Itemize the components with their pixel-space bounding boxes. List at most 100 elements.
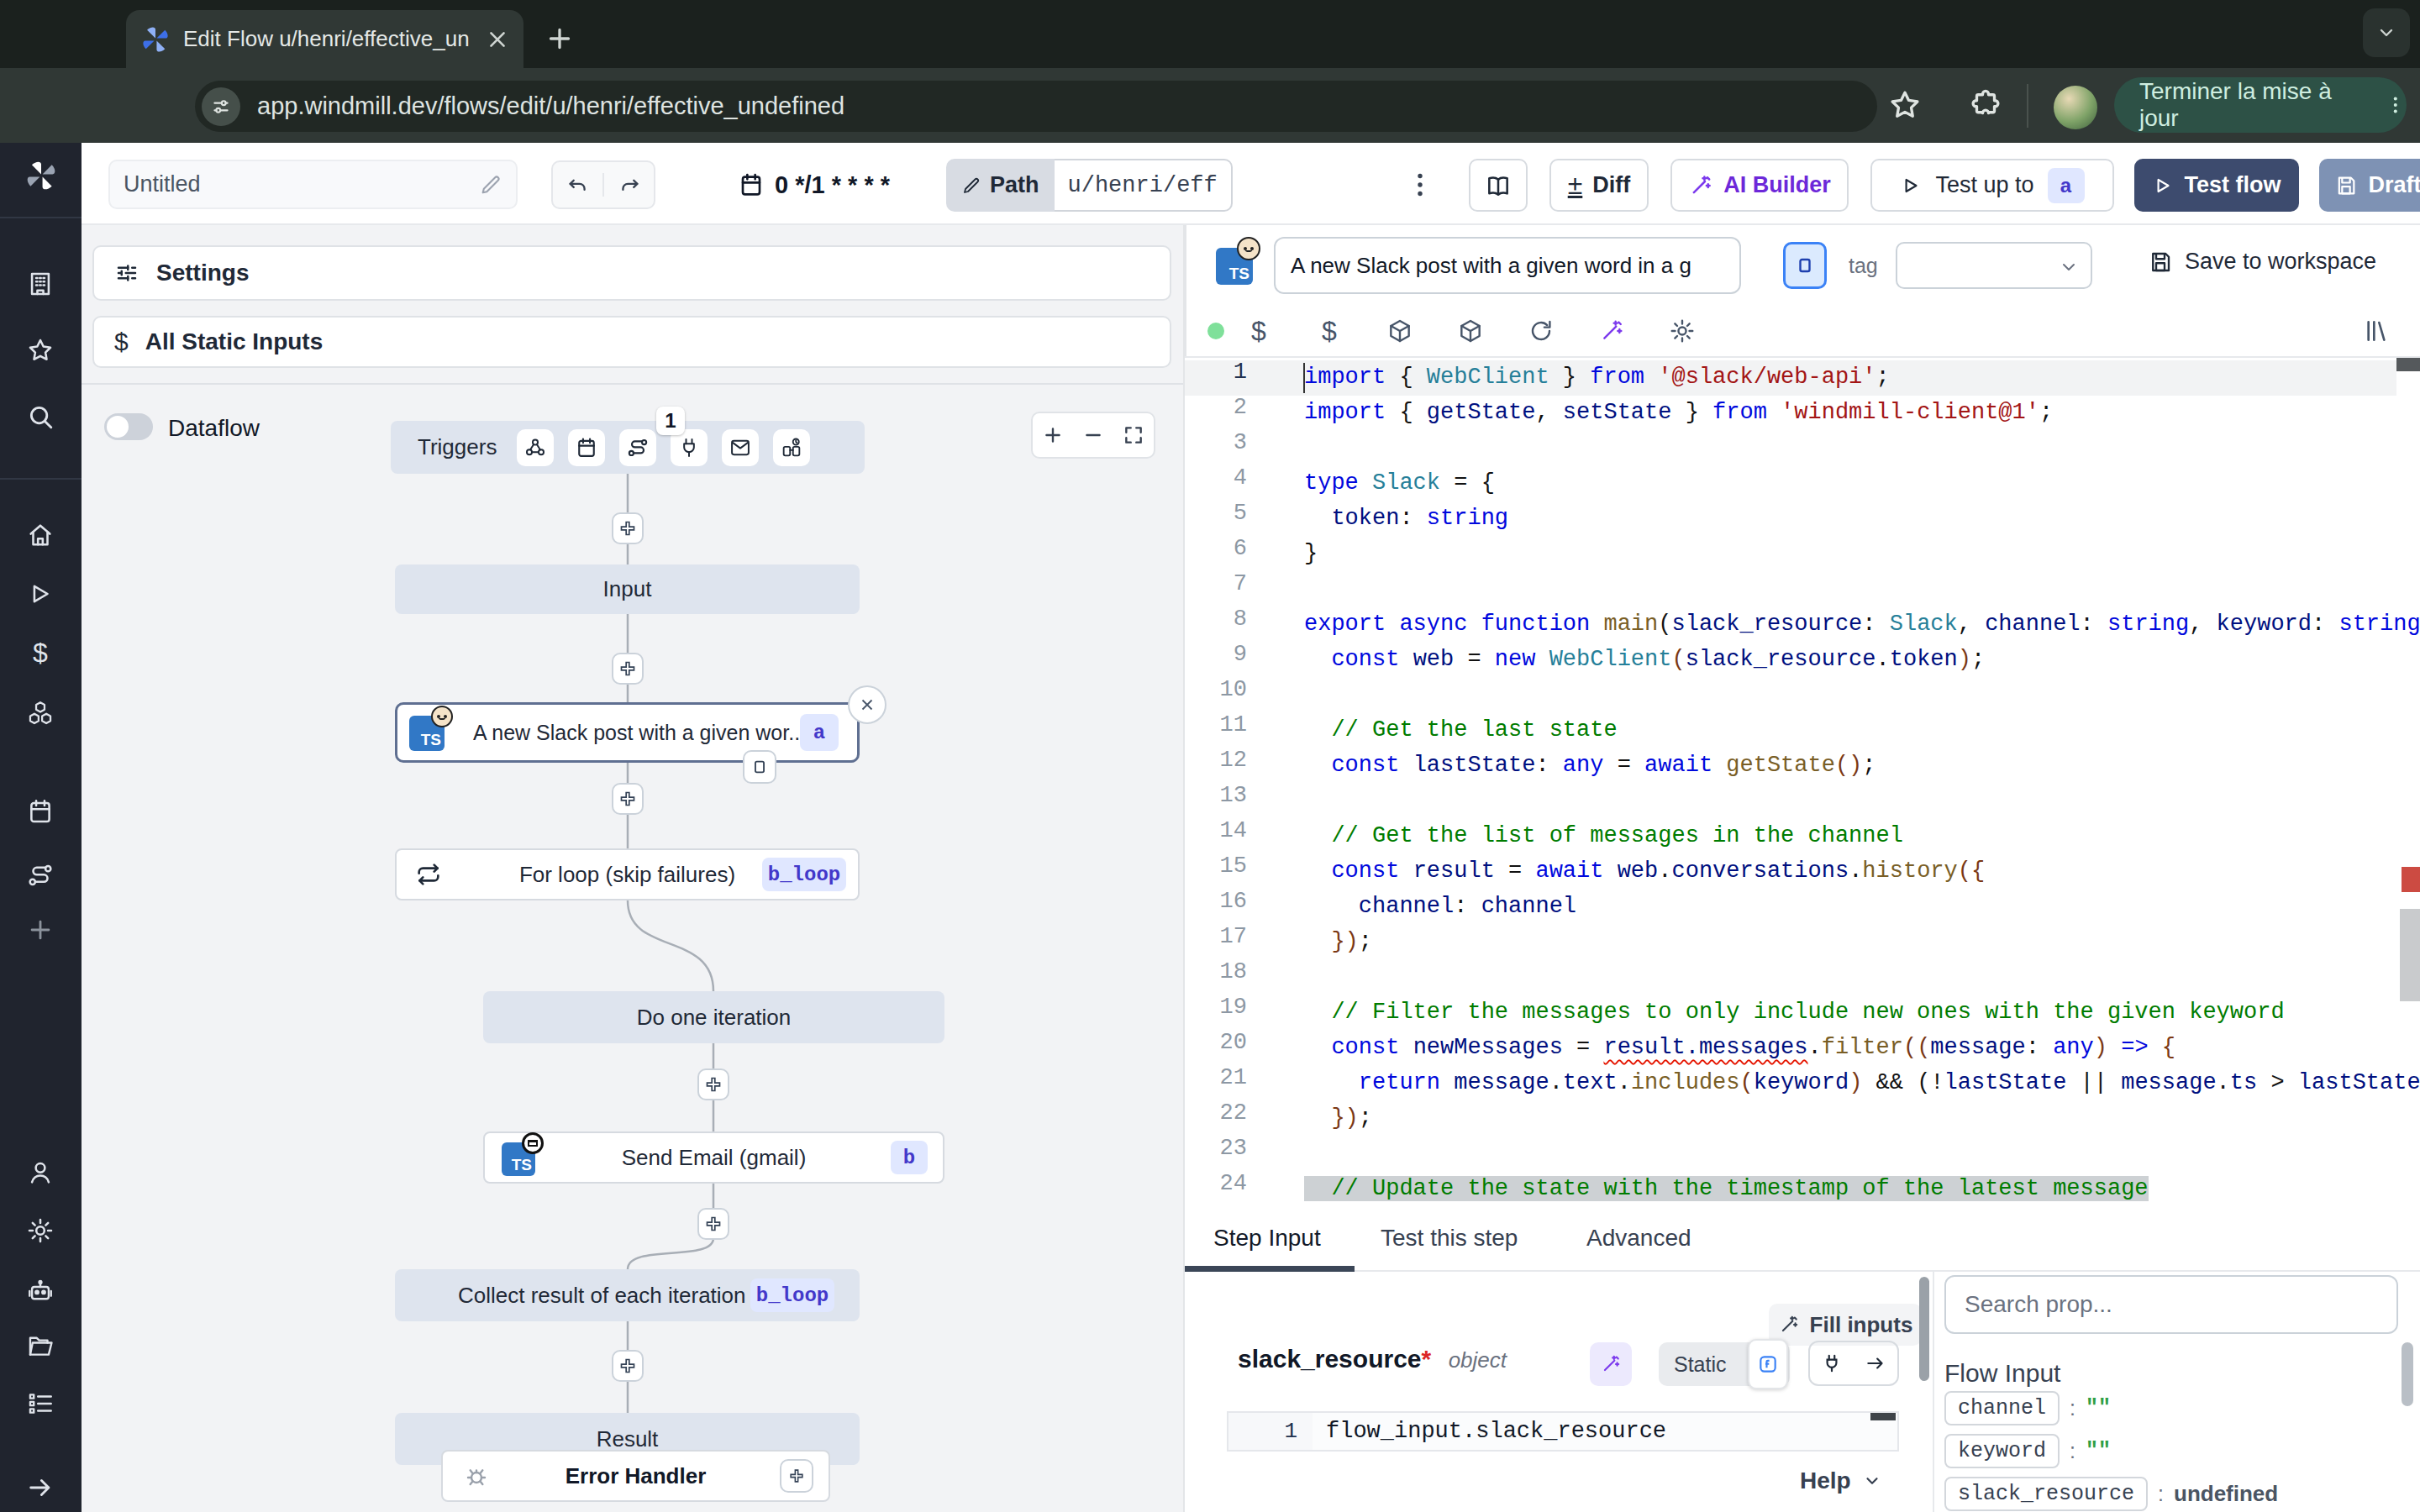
flow-input-prop[interactable]: slack_resource:undefined <box>1944 1477 2278 1511</box>
rail-star-icon[interactable] <box>26 336 55 365</box>
rail-folder-icon[interactable] <box>26 1331 55 1360</box>
prop-name[interactable]: channel <box>1944 1391 2060 1425</box>
ai-builder-button[interactable]: AI Builder <box>1670 159 1849 212</box>
scrollbar-thumb[interactable] <box>2400 909 2420 1001</box>
editor-toolbar-gear-icon[interactable] <box>1669 318 1696 344</box>
trigger-calendar-icon[interactable] <box>568 429 605 466</box>
ai-fill-button[interactable] <box>1590 1342 1632 1386</box>
editor-toolbar-package-icon[interactable] <box>1386 318 1413 344</box>
test-flow-button[interactable]: Test flow <box>2134 159 2299 212</box>
rail-plus-icon[interactable] <box>26 916 55 944</box>
draft-button[interactable]: Draft <box>2319 159 2420 212</box>
rail-person-icon[interactable] <box>26 1158 55 1187</box>
fill-inputs-button[interactable]: Fill inputs <box>1769 1304 1922 1346</box>
editor-toolbar-refresh-icon[interactable] <box>1528 318 1555 344</box>
tab-advanced[interactable]: Advanced <box>1586 1225 1691 1252</box>
triggers-node[interactable]: Triggers 1 <box>391 421 865 474</box>
rail-route-icon[interactable] <box>26 861 55 890</box>
rail-arrow-right-icon[interactable] <box>26 1473 55 1502</box>
error-handler-node[interactable]: Error Handler <box>441 1450 830 1502</box>
windmill-logo[interactable] <box>25 160 57 192</box>
flow-name-field[interactable]: Untitled <box>108 160 518 209</box>
do-one-iteration-node[interactable]: Do one iteration <box>483 991 944 1043</box>
rail-search-icon[interactable] <box>26 402 55 431</box>
rail-gear-icon[interactable] <box>26 1216 55 1245</box>
editor-toolbar-wand-icon[interactable] <box>1598 318 1625 344</box>
add-step-button[interactable] <box>697 1068 729 1100</box>
rail-play-icon[interactable] <box>26 580 55 608</box>
expr-editor[interactable]: 1 flow_input.slack_resource <box>1227 1411 1899 1452</box>
add-step-button[interactable] <box>612 653 644 685</box>
bookmark-star-icon[interactable] <box>1887 87 1923 123</box>
help-toggle[interactable]: Help <box>1800 1467 1881 1494</box>
flow-input-prop[interactable]: channel:"" <box>1944 1391 2278 1425</box>
cron-schedule[interactable]: 0 */1 * * * * <box>775 171 890 199</box>
remove-step-button[interactable] <box>848 685 886 724</box>
tab-close-icon[interactable] <box>487 29 508 50</box>
update-chrome-button[interactable]: Terminer la mise à jour <box>2114 77 2407 133</box>
library-icon[interactable] <box>2363 318 2390 344</box>
docs-button[interactable] <box>1469 159 1528 212</box>
flow-input-prop[interactable]: keyword:"" <box>1944 1434 2278 1468</box>
connect-input-group[interactable] <box>1808 1341 1899 1386</box>
line-number: 11 <box>1185 712 1247 748</box>
code-line: type Slack = { <box>1304 465 2420 501</box>
path-control[interactable]: Path u/henri/eff <box>946 159 1233 212</box>
redo-button[interactable] <box>604 173 654 197</box>
panel-scrollbar[interactable] <box>1919 1277 1929 1381</box>
rail-list-details-icon[interactable] <box>26 1389 55 1418</box>
input-node[interactable]: Input <box>395 564 860 614</box>
avatar[interactable] <box>2054 86 2097 129</box>
trigger-route-icon[interactable] <box>619 429 656 466</box>
site-info-icon[interactable] <box>202 87 240 126</box>
static-expr-toggle[interactable]: Static <box>1659 1342 1790 1386</box>
add-step-button[interactable] <box>612 783 644 815</box>
slack-step-node[interactable]: TS A new Slack post with a given wor... … <box>395 702 860 763</box>
javascript-expr-icon[interactable] <box>1748 1339 1788 1389</box>
add-step-button[interactable] <box>697 1208 729 1240</box>
trigger-poll-icon[interactable] <box>773 429 810 466</box>
search-prop-input[interactable]: Search prop... <box>1944 1275 2398 1334</box>
send-email-node[interactable]: TS Send Email (gmail) b <box>483 1131 944 1184</box>
editor-toolbar-dollar-icon[interactable]: $ <box>1245 318 1272 344</box>
browser-tab[interactable]: Edit Flow u/henri/effective_un <box>126 10 523 68</box>
stop-after-step-button[interactable] <box>1783 242 1827 289</box>
prop-scrollbar[interactable] <box>2402 1342 2413 1406</box>
code-line: export async function main(slack_resourc… <box>1304 606 2420 642</box>
forloop-node[interactable]: For loop (skip failures) b_loop <box>395 848 860 900</box>
diff-button[interactable]: ±Diff <box>1549 159 1649 212</box>
collect-result-node[interactable]: Collect result of each iteration b_loop <box>395 1269 860 1321</box>
rail-building-icon[interactable] <box>26 270 55 298</box>
rail-robot-icon[interactable] <box>26 1277 55 1305</box>
more-menu-icon[interactable] <box>1405 170 1435 200</box>
pin-step-button[interactable] <box>743 750 776 784</box>
rail-home-icon[interactable] <box>26 521 55 549</box>
undo-button[interactable] <box>553 173 604 197</box>
trigger-webhook-icon[interactable] <box>517 429 554 466</box>
new-tab-button[interactable] <box>544 24 575 54</box>
browser-menu-icon[interactable] <box>2385 94 2407 116</box>
step-name-input[interactable]: A new Slack post with a given word in a … <box>1274 237 1741 294</box>
editor-toolbar-package-icon[interactable] <box>1457 318 1484 344</box>
tab-step-input[interactable]: Step Input <box>1213 1225 1321 1252</box>
add-step-button[interactable] <box>612 1350 644 1382</box>
test-up-to-button[interactable]: Test up to a <box>1870 159 2114 212</box>
tab-test-this-step[interactable]: Test this step <box>1381 1225 1518 1252</box>
tab-search-button[interactable] <box>2363 8 2410 57</box>
editor-toolbar-dollar-icon[interactable]: $ <box>1316 318 1343 344</box>
save-to-workspace-button[interactable]: Save to workspace <box>2148 249 2376 275</box>
rail-dollar-icon[interactable]: $ <box>26 638 55 667</box>
trigger-mail-icon[interactable] <box>722 429 759 466</box>
url-bar[interactable]: app.windmill.dev/flows/edit/u/henri/effe… <box>195 81 1877 132</box>
add-step-button[interactable] <box>612 512 644 544</box>
tag-select[interactable] <box>1896 242 2092 289</box>
add-error-handler-button[interactable] <box>780 1459 813 1493</box>
rail-cubes-icon[interactable] <box>26 699 55 727</box>
prop-name[interactable]: keyword <box>1944 1434 2060 1468</box>
schedule-calendar-icon[interactable] <box>738 171 765 198</box>
prop-name[interactable]: slack_resource <box>1944 1477 2148 1511</box>
rail-calendar-icon[interactable] <box>26 797 55 826</box>
code-editor[interactable]: 123456789101112131415161718192021222324 … <box>1185 356 2420 1208</box>
edit-name-pencil-icon[interactable] <box>479 173 502 197</box>
extensions-icon[interactable] <box>1968 87 2003 123</box>
